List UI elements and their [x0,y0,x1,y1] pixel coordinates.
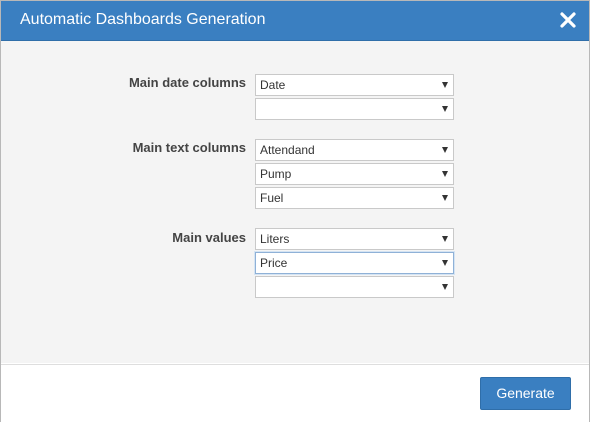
chevron-down-icon [442,171,448,177]
chevron-down-icon [442,82,448,88]
chevron-down-icon [442,284,448,290]
chevron-down-icon [442,195,448,201]
generate-button[interactable]: Generate [480,377,571,410]
text-column-select-1[interactable]: Attendand [255,139,454,161]
dialog-footer: Generate [1,364,589,422]
chevron-down-icon [442,260,448,266]
select-value: Price [260,256,288,270]
select-value: Attendand [260,143,315,157]
select-value: Date [260,78,286,92]
chevron-down-icon [442,106,448,112]
chevron-down-icon [442,147,448,153]
select-value: Pump [260,167,292,181]
text-column-select-3[interactable]: Fuel [255,187,454,209]
dialog-title: Automatic Dashboards Generation [20,11,266,28]
main-text-columns-label: Main text columns [132,140,246,155]
close-icon[interactable] [558,10,578,30]
value-select-3[interactable] [255,276,454,298]
select-value: Liters [260,232,290,246]
close-icon-svg [560,12,576,28]
date-column-select-1[interactable]: Date [255,74,454,96]
chevron-down-icon [442,236,448,242]
value-select-1[interactable]: Liters [255,228,454,250]
dialog-header: Automatic Dashboards Generation [1,1,589,41]
value-select-2[interactable]: Price [255,252,454,274]
main-date-columns-label: Main date columns [128,75,246,90]
text-column-select-2[interactable]: Pump [255,163,454,185]
main-values-label: Main values [172,230,246,245]
select-value: Fuel [260,191,284,205]
dialog-body: Main date columns Date Main text columns… [1,41,589,363]
dialog: Automatic Dashboards Generation Main dat… [0,0,590,422]
date-column-select-2[interactable] [255,98,454,120]
